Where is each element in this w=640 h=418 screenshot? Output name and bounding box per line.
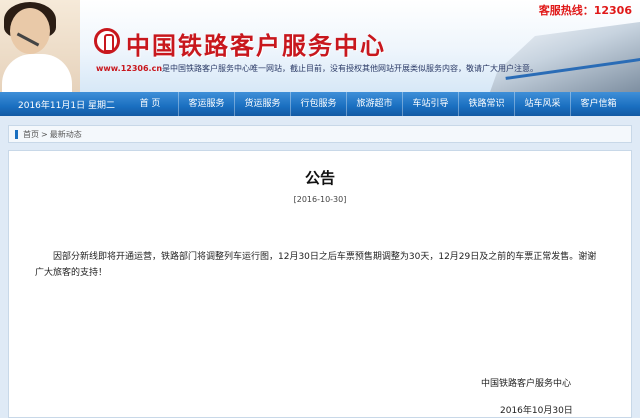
header-banner: 客服热线：12306 中国铁路客户服务中心 www.12306.cn是中国铁路客… [0, 0, 640, 92]
site-url-link[interactable]: www.12306.cn [96, 64, 162, 73]
nav-item-station-style[interactable]: 站车风采 [514, 92, 570, 116]
breadcrumb: 首页 > 最新动态 [8, 125, 632, 143]
breadcrumb-current[interactable]: 最新动态 [50, 130, 82, 139]
breadcrumb-marker-icon [15, 130, 18, 139]
train-image [490, 22, 640, 92]
notice-text: 是中国铁路客户服务中心唯一网站，截止目前，没有授权其他网站开展类似服务内容，敬请… [162, 64, 539, 73]
signature-date: 2016年10月30日 [500, 406, 573, 416]
main-nav: 2016年11月1日 星期二 首 页 客运服务 货运服务 行包服务 旅游超市 车… [0, 92, 640, 116]
article-body: 因部分新线即将开通运营，铁路部门将调整列车运行图，12月30日之后车票预售期调整… [35, 252, 597, 278]
nav-item-travel[interactable]: 旅游超市 [346, 92, 402, 116]
signature-org: 中国铁路客户服务中心 [481, 379, 572, 389]
nav-item-station-guide[interactable]: 车站引导 [402, 92, 458, 116]
railway-logo-icon [94, 28, 120, 54]
hotline-text: 客服热线：12306 [538, 4, 632, 17]
operator-photo [0, 0, 80, 92]
article-panel: 公告 [2016-10-30] 因部分新线即将开通运营，铁路部门将调整列车运行图… [8, 150, 632, 418]
nav-item-parcel[interactable]: 行包服务 [290, 92, 346, 116]
site-title: 中国铁路客户服务中心 [126, 32, 386, 60]
breadcrumb-separator: > [41, 130, 48, 139]
nav-item-home[interactable]: 首 页 [122, 92, 178, 116]
nav-date: 2016年11月1日 星期二 [18, 101, 115, 111]
nav-item-mailbox[interactable]: 客户信箱 [570, 92, 626, 116]
nav-item-railway-knowledge[interactable]: 铁路常识 [458, 92, 514, 116]
breadcrumb-home[interactable]: 首页 [23, 130, 39, 139]
nav-item-passenger[interactable]: 客运服务 [178, 92, 234, 116]
article-title: 公告 [304, 169, 335, 187]
article-date: [2016-10-30] [293, 195, 347, 204]
nav-item-freight[interactable]: 货运服务 [234, 92, 290, 116]
site-notice: www.12306.cn是中国铁路客户服务中心唯一网站，截止目前，没有授权其他网… [96, 63, 566, 74]
